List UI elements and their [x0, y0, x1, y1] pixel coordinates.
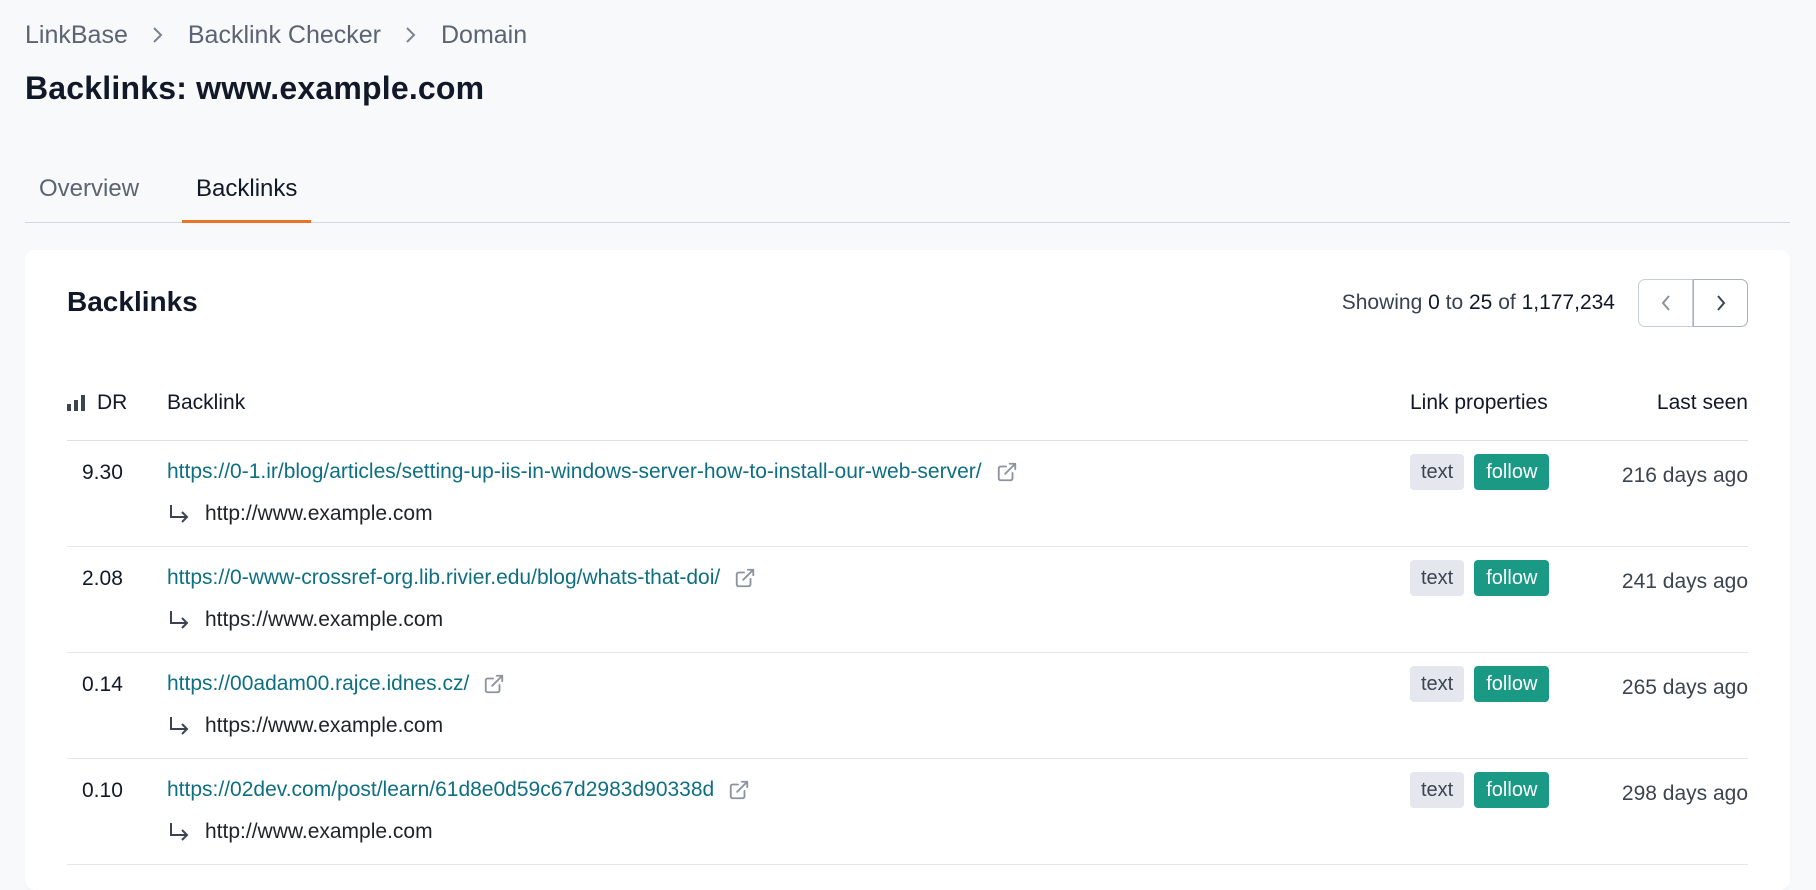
text-badge: text	[1410, 454, 1465, 490]
external-link-icon[interactable]	[483, 673, 505, 695]
backlink-url-line: https://0-www-crossref-org.lib.rivier.ed…	[167, 566, 756, 590]
target-url-line: http://www.example.com	[167, 502, 433, 526]
breadcrumb-backlink-checker[interactable]: Backlink Checker	[188, 21, 381, 50]
breadcrumb-domain[interactable]: Domain	[441, 21, 527, 50]
last-seen-value: 216 days ago	[1621, 464, 1748, 487]
showing-prefix: Showing	[1341, 291, 1423, 314]
showing-to-word: to	[1445, 291, 1464, 314]
last-seen-value: 265 days ago	[1621, 676, 1748, 699]
pager	[1638, 279, 1748, 327]
link-properties: text follow	[1410, 560, 1559, 596]
breadcrumb: LinkBase Backlink Checker Domain	[25, 20, 527, 50]
backlinks-card: Backlinks Showing 0 to 25 of 1,177,234 D…	[25, 250, 1790, 890]
last-seen-value: 241 days ago	[1621, 570, 1748, 593]
dr-value: 0.10	[82, 779, 123, 802]
column-header-dr[interactable]: DR	[67, 391, 127, 415]
follow-badge: follow	[1474, 560, 1550, 596]
target-url-line: https://www.example.com	[167, 714, 443, 738]
backlink-url[interactable]: https://0-www-crossref-org.lib.rivier.ed…	[167, 566, 720, 590]
link-properties: text follow	[1410, 454, 1559, 490]
backlink-url[interactable]: https://0-1.ir/blog/articles/setting-up-…	[167, 460, 982, 484]
dr-value: 9.30	[82, 461, 123, 484]
follow-badge: follow	[1474, 666, 1550, 702]
table-header: DR Backlink Link properties Last seen	[67, 375, 1748, 441]
column-header-dr-label: DR	[97, 391, 128, 414]
chevron-right-icon	[128, 20, 188, 50]
prev-page-button[interactable]	[1638, 279, 1693, 327]
table-row: 0.14 https://00adam00.rajce.idnes.cz/ ht…	[67, 653, 1748, 759]
column-header-link-properties: Link properties	[1410, 391, 1548, 414]
card-title: Backlinks	[67, 286, 198, 317]
backlink-url[interactable]: https://02dev.com/post/learn/61d8e0d59c6…	[167, 778, 714, 802]
target-url: http://www.example.com	[205, 502, 433, 525]
pagination-summary: Showing 0 to 25 of 1,177,234	[1342, 291, 1615, 315]
return-arrow-icon	[167, 609, 205, 631]
breadcrumb-linkbase[interactable]: LinkBase	[25, 21, 128, 50]
dr-value: 2.08	[82, 567, 123, 590]
link-properties: text follow	[1410, 666, 1559, 702]
page: LinkBase Backlink Checker Domain Backlin…	[0, 0, 1816, 890]
tab-overview[interactable]: Overview	[25, 166, 153, 222]
tab-backlinks[interactable]: Backlinks	[182, 166, 312, 223]
return-arrow-icon	[167, 821, 205, 843]
backlink-url[interactable]: https://00adam00.rajce.idnes.cz/	[167, 672, 469, 696]
chevron-left-icon	[1661, 295, 1670, 311]
next-page-button[interactable]	[1693, 279, 1748, 327]
return-arrow-icon	[167, 715, 205, 737]
showing-total: 1,177,234	[1521, 291, 1615, 314]
external-link-icon[interactable]	[728, 779, 750, 801]
tab-bar: Overview Backlinks	[25, 166, 1790, 223]
external-link-icon[interactable]	[996, 461, 1018, 483]
target-url: https://www.example.com	[205, 714, 444, 737]
target-url-line: http://www.example.com	[167, 820, 433, 844]
text-badge: text	[1410, 560, 1465, 596]
external-link-icon[interactable]	[734, 567, 756, 589]
column-header-last-seen[interactable]: Last seen	[1657, 391, 1748, 415]
link-properties: text follow	[1410, 772, 1559, 808]
page-title: Backlinks: www.example.com	[25, 70, 485, 106]
last-seen-value: 298 days ago	[1621, 782, 1748, 805]
chevron-right-icon	[381, 20, 441, 50]
showing-from: 0	[1428, 291, 1440, 314]
column-header-backlink: Backlink	[167, 391, 246, 414]
return-arrow-icon	[167, 503, 205, 525]
backlink-url-line: https://0-1.ir/blog/articles/setting-up-…	[167, 460, 1018, 484]
bar-chart-icon	[67, 395, 85, 411]
follow-badge: follow	[1474, 454, 1550, 490]
target-url: http://www.example.com	[205, 820, 433, 843]
chevron-right-icon	[1716, 295, 1725, 311]
backlink-url-line: https://00adam00.rajce.idnes.cz/	[167, 672, 505, 696]
text-badge: text	[1410, 772, 1465, 808]
showing-of-word: of	[1498, 291, 1516, 314]
showing-to: 25	[1469, 291, 1493, 314]
text-badge: text	[1410, 666, 1465, 702]
dr-value: 0.14	[82, 673, 123, 696]
target-url: https://www.example.com	[205, 608, 444, 631]
backlink-url-line: https://02dev.com/post/learn/61d8e0d59c6…	[167, 778, 750, 802]
table-row: 2.08 https://0-www-crossref-org.lib.rivi…	[67, 547, 1748, 653]
table-row: 0.10 https://02dev.com/post/learn/61d8e0…	[67, 759, 1748, 865]
target-url-line: https://www.example.com	[167, 608, 443, 632]
follow-badge: follow	[1474, 772, 1550, 808]
table-row: 9.30 https://0-1.ir/blog/articles/settin…	[67, 441, 1748, 547]
backlinks-table: DR Backlink Link properties Last seen 9.…	[67, 375, 1748, 865]
